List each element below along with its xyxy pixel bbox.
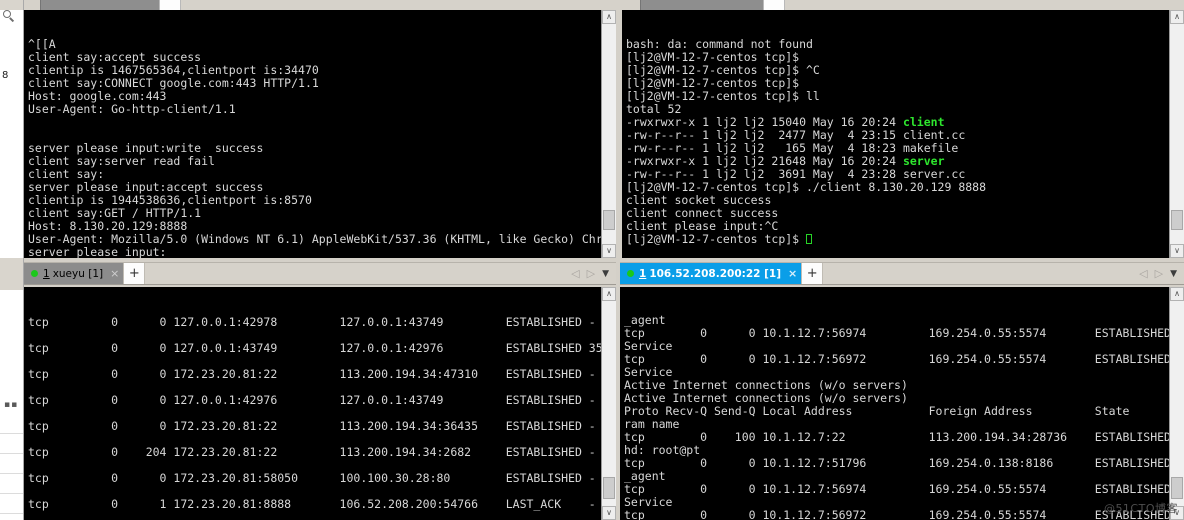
close-icon[interactable]: × xyxy=(788,268,797,279)
gutter-tabbar-fill xyxy=(0,258,23,290)
tab-fragment-right[interactable] xyxy=(640,0,764,10)
table-row: tcp 0 1 172.23.20.81:8888 106.52.208.200… xyxy=(28,497,596,511)
executable-filename: client xyxy=(902,115,945,129)
terminal-line: tcp 0 100 10.1.12.7:22 113.200.194.34:28… xyxy=(624,430,1169,444)
scroll-down-arrow[interactable]: ∨ xyxy=(602,506,616,520)
chevron-right-icon[interactable]: ▷ xyxy=(1155,267,1163,280)
status-dot-icon xyxy=(627,270,634,277)
scroll-down-arrow[interactable]: ∨ xyxy=(1170,244,1184,258)
scroll-up-arrow[interactable]: ∧ xyxy=(1170,10,1184,24)
chevron-left-icon[interactable]: ◁ xyxy=(1139,267,1147,280)
table-row: tcp 0 0 172.23.20.81:22 113.200.194.34:3… xyxy=(28,419,596,433)
tab-add-fragment-right[interactable] xyxy=(763,0,785,10)
scroll-up-arrow[interactable]: ∧ xyxy=(602,10,616,24)
app-window: 8 ▪▪ ^[[A client say:accept success client… xyxy=(0,0,1184,520)
scroll-down-arrow[interactable]: ∨ xyxy=(1170,506,1184,520)
list-item[interactable] xyxy=(0,514,23,520)
terminal-cursor xyxy=(806,234,813,244)
scrollbar-thumb[interactable] xyxy=(603,210,615,230)
terminal-line: client say:server read fail xyxy=(28,154,215,168)
list-item[interactable] xyxy=(0,434,23,454)
terminal-pane-top-right[interactable]: bash: da: command not found [lj2@VM-12-7-… xyxy=(622,10,1169,258)
tabbar-controls: ◁ ▷ ▼ xyxy=(1139,263,1184,284)
gutter-row-list xyxy=(0,414,23,520)
tab-fragment-left[interactable] xyxy=(40,0,160,10)
terminal-line: tcp 0 0 10.1.12.7:56974 169.254.0.55:557… xyxy=(624,482,1169,496)
tabbar-spacer xyxy=(145,263,571,284)
status-dot-icon xyxy=(31,270,38,277)
scroll-down-arrow[interactable]: ∨ xyxy=(602,244,616,258)
tab-xueyu[interactable]: 1 xueyu [1] × xyxy=(24,263,124,284)
list-item[interactable] xyxy=(0,454,23,474)
tab-label: 106.52.208.200:22 [1] xyxy=(649,267,782,280)
gutter-handle-dots[interactable]: ▪▪ xyxy=(4,400,18,410)
table-row: tcp 0 0 127.0.0.1:42978 127.0.0.1:43749 … xyxy=(28,315,596,329)
tab-index: 1 xyxy=(639,267,647,280)
list-item[interactable] xyxy=(0,494,23,514)
table-row: tcp 0 0 127.0.0.1:43749 127.0.0.1:42976 … xyxy=(28,341,601,355)
scroll-up-arrow[interactable]: ∧ xyxy=(1170,287,1184,301)
new-tab-button[interactable]: + xyxy=(801,263,824,284)
scrollbar-bottom-right[interactable]: ∧ ∨ xyxy=(1169,287,1184,520)
terminal-pane-top-left[interactable]: ^[[A client say:accept success clientip is… xyxy=(24,10,601,258)
terminal-line: server please input: xyxy=(28,245,167,259)
chevron-left-icon[interactable]: ◁ xyxy=(571,267,579,280)
terminal-line: Proto Recv-Q Send-Q Local Address Foreig… xyxy=(624,404,1130,418)
gutter-digit: 8 xyxy=(2,70,9,81)
scrollbar-thumb[interactable] xyxy=(603,477,615,499)
table-row: tcp 0 0 172.23.20.81:22 113.200.194.34:4… xyxy=(28,367,596,381)
new-tab-button[interactable]: + xyxy=(123,263,146,284)
scrollbar-top-left[interactable]: ∧ ∨ xyxy=(601,10,616,258)
terminal-line: tcp 0 0 10.1.12.7:56972 169.254.0.55:557… xyxy=(624,508,1169,520)
scrollbar-thumb[interactable] xyxy=(1171,210,1183,230)
chevron-right-icon[interactable]: ▷ xyxy=(587,267,595,280)
chevron-down-icon[interactable]: ▼ xyxy=(1170,269,1177,279)
list-item[interactable] xyxy=(0,474,23,494)
tab-add-fragment-left[interactable] xyxy=(159,0,181,10)
tabbar-left: 1 xueyu [1] × + ◁ ▷ ▼ xyxy=(24,262,616,285)
close-icon[interactable]: × xyxy=(110,268,119,279)
scrollbar-top-right[interactable]: ∧ ∨ xyxy=(1169,10,1184,258)
scrollbar-bottom-left[interactable]: ∧ ∨ xyxy=(601,287,616,520)
chevron-down-icon[interactable]: ▼ xyxy=(602,269,609,279)
table-row: tcp 0 0 127.0.0.1:42976 127.0.0.1:43749 … xyxy=(28,393,596,407)
tabbar-right: 1 106.52.208.200:22 [1] × + ◁ ▷ ▼ xyxy=(620,262,1184,285)
terminal-line: tcp 0 0 10.1.12.7:51796 169.254.0.138:81… xyxy=(624,456,1169,470)
scroll-up-arrow[interactable]: ∧ xyxy=(602,287,616,301)
tabbar-controls: ◁ ▷ ▼ xyxy=(571,263,616,284)
tabbar-spacer xyxy=(823,263,1139,284)
tab-label: xueyu [1] xyxy=(52,267,104,280)
gutter-top-fill xyxy=(0,0,23,10)
terminal-pane-bottom-left[interactable]: tcp 0 0 127.0.0.1:42978 127.0.0.1:43749 … xyxy=(24,287,601,520)
executable-filename: server xyxy=(902,154,945,168)
terminal-line: tcp 0 0 10.1.12.7:56972 169.254.0.55:557… xyxy=(624,352,1169,366)
terminal-pane-bottom-right[interactable]: _agent tcp 0 0 10.1.12.7:56974 169.254.0.… xyxy=(620,287,1169,520)
table-row: tcp 0 0 172.23.20.81:58050 100.100.30.28… xyxy=(28,471,596,485)
list-item[interactable] xyxy=(0,414,23,434)
search-icon[interactable] xyxy=(3,10,15,22)
terminal-line: [lj2@VM-12-7-centos tcp]$ xyxy=(626,233,1169,246)
terminal-line: User-Agent: Go-http-client/1.1 xyxy=(28,102,236,116)
tab-index: 1 xyxy=(43,267,50,280)
terminal-line: tcp 0 0 10.1.12.7:56974 169.254.0.55:557… xyxy=(624,326,1169,340)
terminal-line: [lj2@VM-12-7-centos tcp]$ ll xyxy=(626,89,820,103)
scrollbar-thumb[interactable] xyxy=(1171,477,1183,499)
table-row: tcp 0 204 172.23.20.81:22 113.200.194.34… xyxy=(28,445,596,459)
tab-remote-host[interactable]: 1 106.52.208.200:22 [1] × xyxy=(620,263,802,284)
